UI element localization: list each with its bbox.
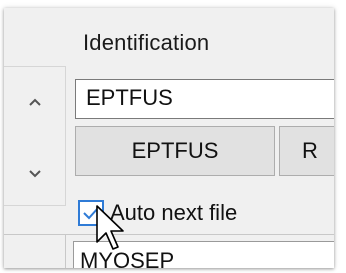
eptfus-button[interactable]: EPTFUS <box>75 126 275 176</box>
bottom-left-cell <box>4 235 66 268</box>
bottom-row: MYOSEP <box>4 234 334 268</box>
scroll-strip <box>4 66 66 206</box>
auto-next-checkbox[interactable] <box>78 200 104 226</box>
chevron-down-icon <box>29 170 41 178</box>
scroll-down-button[interactable] <box>22 161 48 187</box>
identification-input[interactable]: EPTFUS <box>75 79 334 119</box>
identification-heading: Identification <box>83 30 210 55</box>
bottom-field[interactable]: MYOSEP <box>73 241 334 268</box>
identification-panel: Identification EPTFUS EPTFUS R Auto next… <box>4 8 334 268</box>
auto-next-file-option[interactable]: Auto next file <box>78 198 237 228</box>
checkmark-icon <box>83 207 99 220</box>
auto-next-label: Auto next file <box>110 200 238 225</box>
screenshot-stage: Identification EPTFUS EPTFUS R Auto next… <box>0 0 346 273</box>
second-tag-button[interactable]: R <box>279 126 334 176</box>
chevron-up-icon <box>29 98 41 106</box>
scroll-up-button[interactable] <box>22 89 48 115</box>
